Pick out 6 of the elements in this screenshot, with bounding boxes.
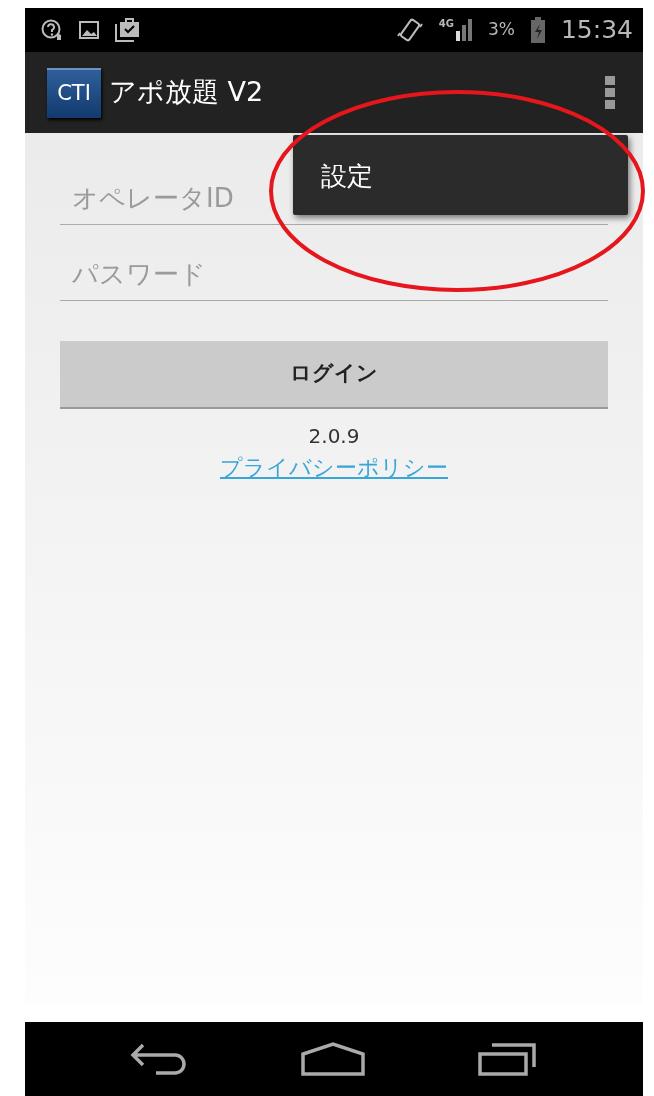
app-logo: CTI <box>47 67 101 118</box>
clock-text: 15:34 <box>560 14 633 47</box>
version-text: 2.0.9 <box>307 423 361 450</box>
app-title: アポ放題 V2 <box>109 75 264 110</box>
battery-percent-text: 3% <box>487 18 515 42</box>
network-type-text: 4G <box>438 19 454 29</box>
